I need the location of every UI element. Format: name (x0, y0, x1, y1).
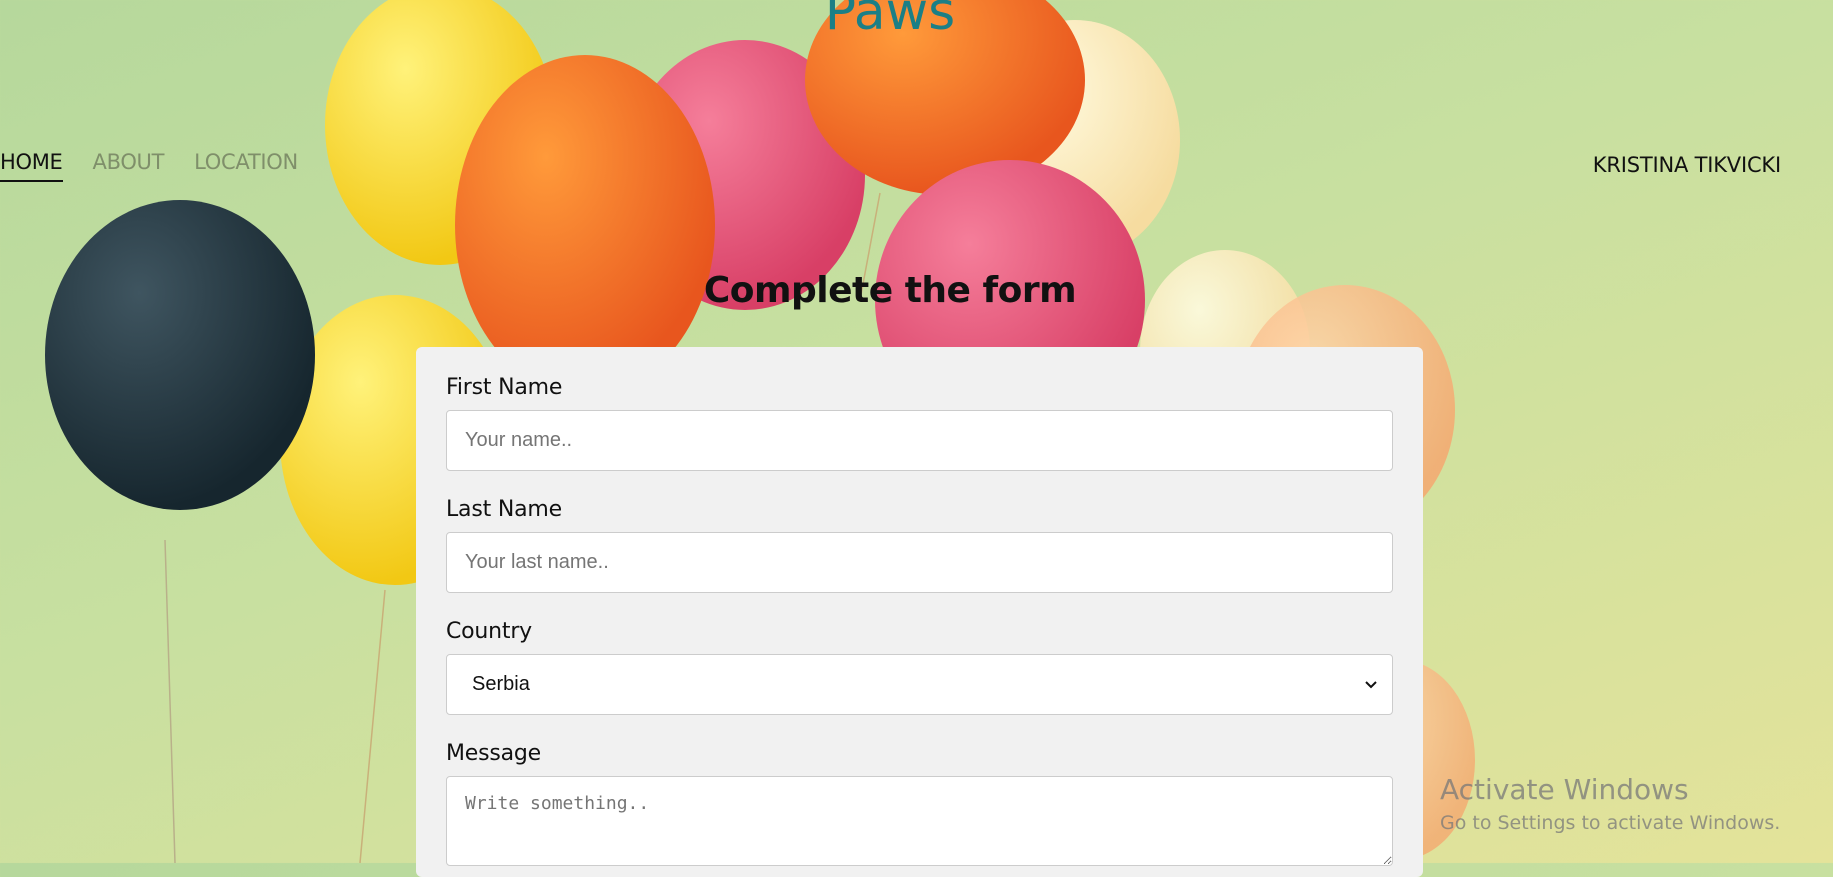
nav-link-location[interactable]: LOCATION (194, 150, 298, 182)
first-name-input[interactable] (446, 410, 1393, 471)
main-nav: HOME ABOUT LOCATION (0, 150, 298, 182)
country-select[interactable]: Serbia (446, 654, 1393, 715)
message-label: Message (446, 741, 542, 766)
activate-windows-watermark: Activate Windows Go to Settings to activ… (1440, 773, 1780, 834)
country-selected-value: Serbia (472, 673, 530, 695)
message-textarea[interactable] (446, 776, 1393, 866)
form-heading: Complete the form (703, 270, 1077, 311)
user-name-link[interactable]: KRISTINA TIKVICKI (1593, 153, 1781, 177)
watermark-subtitle: Go to Settings to activate Windows. (1440, 812, 1781, 834)
site-title: Paws (824, 0, 956, 42)
watermark-title: Activate Windows (1440, 773, 1689, 806)
contact-form: First Name Last Name Country Serbia Mess… (416, 347, 1423, 877)
country-label: Country (446, 619, 532, 644)
nav-link-home[interactable]: HOME (0, 150, 63, 182)
last-name-label: Last Name (446, 497, 562, 522)
last-name-input[interactable] (446, 532, 1393, 593)
first-name-label: First Name (446, 375, 563, 400)
chevron-down-icon (1365, 680, 1377, 688)
nav-link-about[interactable]: ABOUT (93, 150, 165, 182)
